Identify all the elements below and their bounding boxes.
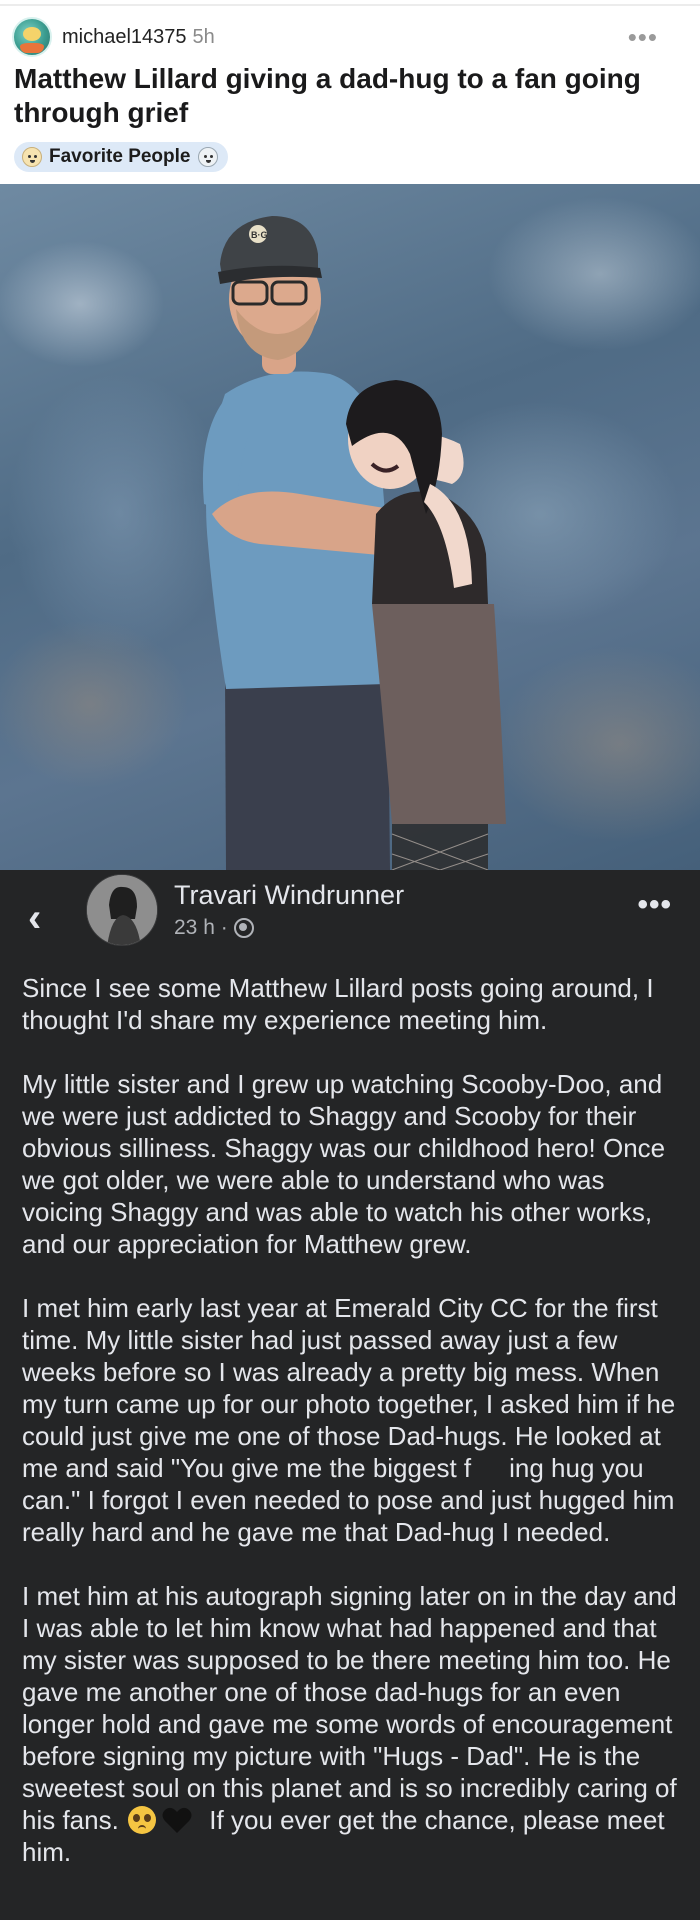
paragraph-text: If you ever get the chance, please meet … xyxy=(22,1805,665,1867)
paragraph-text: I met him at his autograph signing later… xyxy=(22,1581,677,1835)
post-flair[interactable]: Favorite People xyxy=(14,142,228,172)
more-options-icon[interactable]: ••• xyxy=(637,888,672,922)
flair-label: Favorite People xyxy=(49,146,191,167)
post-paragraph: My little sister and I grew up watching … xyxy=(22,1069,666,1259)
author-avatar-icon xyxy=(87,875,157,945)
pleading-face-emoji-icon xyxy=(128,1806,157,1834)
more-options-icon[interactable]: ••• xyxy=(628,22,658,53)
post-timestamp[interactable]: 23 h · xyxy=(174,916,228,940)
post-paragraph: Since I see some Matthew Lillard posts g… xyxy=(22,973,654,1035)
back-arrow-icon[interactable]: ‹ xyxy=(28,898,41,938)
post-paragraph: I met him at his autograph signing later… xyxy=(22,1580,682,1868)
post-header: michael14375 5h ••• xyxy=(12,12,688,62)
photo-illustration: B·G xyxy=(202,216,506,870)
svg-text:B·G: B·G xyxy=(251,230,268,240)
user-avatar[interactable] xyxy=(12,17,52,57)
post-time: 5h xyxy=(192,25,215,48)
author-avatar[interactable] xyxy=(86,874,158,946)
face-emoji-icon xyxy=(197,147,218,167)
post-title[interactable]: Matthew Lillard giving a dad-hug to a fa… xyxy=(14,62,686,130)
post-paragraph: I met him early last year at Emerald Cit… xyxy=(22,1292,682,1548)
top-divider xyxy=(0,4,700,6)
username[interactable]: michael14375 xyxy=(62,26,187,49)
globe-icon xyxy=(233,918,254,938)
post-photo[interactable]: B·G xyxy=(0,184,700,870)
author-name[interactable]: Travari Windrunner xyxy=(174,880,404,911)
post-body: Since I see some Matthew Lillard posts g… xyxy=(22,972,682,1900)
black-heart-emoji-icon xyxy=(162,1807,192,1833)
face-emoji-icon xyxy=(22,147,42,167)
post-meta: 23 h · xyxy=(174,916,254,940)
facebook-post-screenshot: ‹ Travari Windrunner 23 h · ••• Since I … xyxy=(0,870,700,1920)
